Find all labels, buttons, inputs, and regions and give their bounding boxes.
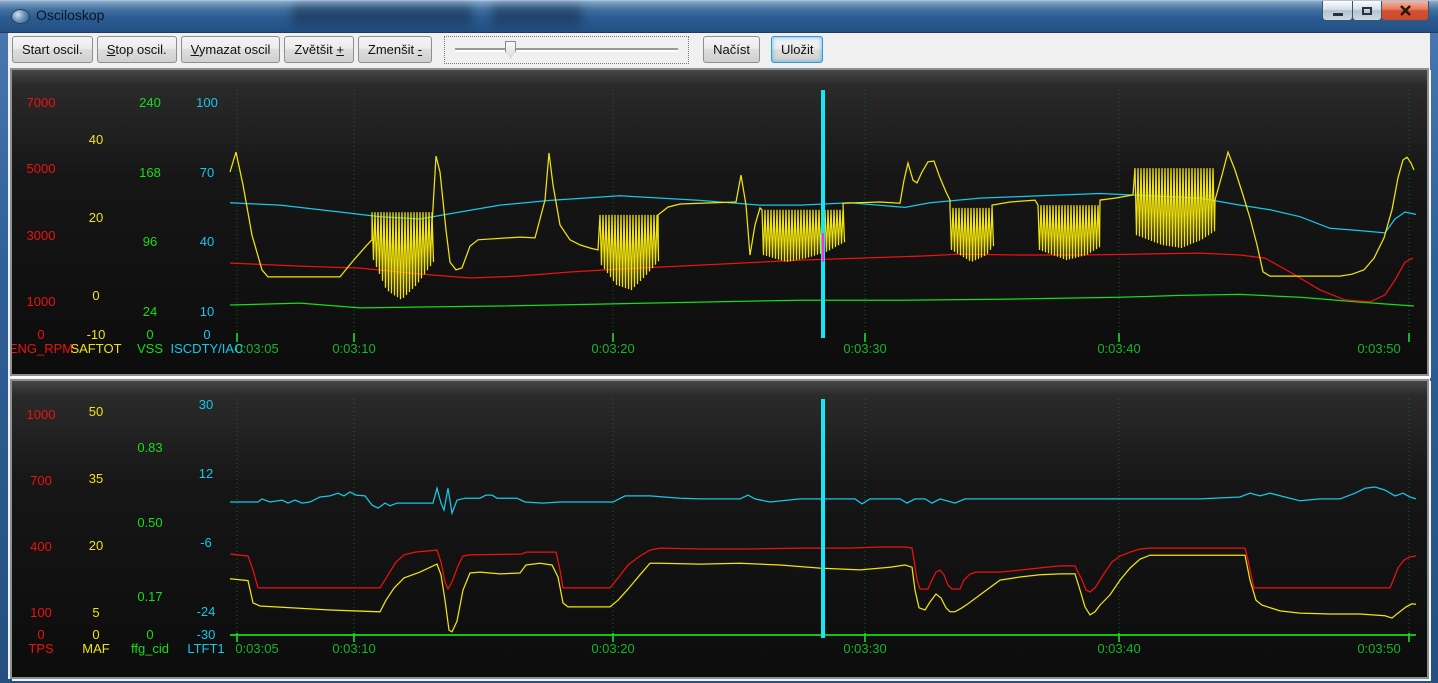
bottom-chart-panel: 0:03:050:03:100:03:200:03:300:03:400:03:…: [10, 379, 1429, 679]
axis-label-saftot: 0: [51, 288, 141, 304]
channel-name-iscdty/iac: ISCDTY/IAC: [162, 341, 252, 357]
client-area: Start oscil.Stop oscil.Vymazat oscilZvět…: [8, 33, 1430, 679]
channel-name-saftot: SAFTOT: [51, 341, 141, 357]
axis-label-ltft1: -6: [161, 535, 251, 551]
time-label: 0:03:20: [576, 341, 650, 357]
time-label: 0:03:10: [317, 641, 391, 657]
axis-label-ltft1: -24: [161, 604, 251, 620]
time-label: 0:03:10: [317, 341, 391, 357]
channel-name-ltft1: LTFT1: [161, 641, 251, 657]
time-label: 0:03:30: [828, 641, 902, 657]
top-chart-panel: 0:03:050:03:100:03:200:03:300:03:400:03:…: [10, 68, 1429, 376]
button-stop-oscil[interactable]: Stop oscil.: [97, 36, 177, 63]
axis-label-ffg_cid: 0.83: [105, 440, 195, 456]
button-start-oscil[interactable]: Start oscil.: [12, 36, 93, 63]
axis-label-ffg_cid: 0.17: [105, 589, 195, 605]
background-window-ghost: [492, 6, 582, 26]
button-nacist[interactable]: Načíst: [703, 36, 760, 63]
axis-label-saftot: 20: [51, 210, 141, 226]
maximize-icon: [1362, 7, 1372, 15]
time-label: 0:03:50: [1342, 341, 1416, 357]
axis-label-tps: 1000: [12, 407, 86, 423]
close-button[interactable]: [1381, 1, 1429, 21]
axis-label-saftot: 40: [51, 132, 141, 148]
maximize-button[interactable]: [1352, 1, 1382, 21]
toolbar-right: Načíst Uložit: [703, 36, 827, 63]
axis-label-iscdty/iac: 100: [162, 95, 252, 111]
caption-buttons: [1323, 1, 1429, 21]
background-window-ghost: [292, 6, 472, 26]
time-label: 0:03:40: [1082, 641, 1156, 657]
titlebar[interactable]: Osciloskop: [0, 0, 1438, 33]
window-title: Osciloskop: [36, 7, 104, 23]
axis-label-eng_rpm: 7000: [12, 95, 86, 111]
time-label: 0:03:40: [1082, 341, 1156, 357]
close-icon: [1399, 5, 1412, 16]
time-label: 0:03:50: [1342, 641, 1416, 657]
minimize-button[interactable]: [1322, 1, 1353, 21]
slider-thumb[interactable]: [505, 41, 516, 59]
bottom-chart-inner: 0:03:050:03:100:03:200:03:300:03:400:03:…: [12, 381, 1427, 677]
toolbar: Start oscil.Stop oscil.Vymazat oscilZvět…: [8, 33, 1430, 66]
button-ulozit[interactable]: Uložit: [771, 36, 824, 63]
axis-label-eng_rpm: 3000: [12, 228, 86, 244]
time-label: 0:03:30: [828, 341, 902, 357]
axis-label-ltft1: 12: [161, 466, 251, 482]
axis-label-eng_rpm: 5000: [12, 161, 86, 177]
oscilloscope-app-icon: [11, 9, 30, 24]
toolbar-left: Start oscil.Stop oscil.Vymazat oscilZvět…: [12, 36, 436, 63]
axis-label-tps: 700: [12, 473, 86, 489]
top-chart-inner: 0:03:050:03:100:03:200:03:300:03:400:03:…: [12, 70, 1427, 374]
slider-track[interactable]: [455, 48, 678, 52]
button-zvetsit[interactable]: Zvětšit +: [284, 36, 354, 63]
button-zmensit[interactable]: Zmenšit -: [358, 36, 432, 63]
axis-label-tps: 100: [12, 605, 86, 621]
channel-name-tps: TPS: [12, 641, 86, 657]
minimize-icon: [1333, 13, 1343, 16]
axis-label-ffg_cid: 0.50: [105, 515, 195, 531]
time-label: 0:03:20: [576, 641, 650, 657]
axis-label-iscdty/iac: 70: [162, 165, 252, 181]
axis-label-tps: 400: [12, 539, 86, 555]
zoom-slider[interactable]: [444, 36, 689, 64]
button-vymazat-oscil[interactable]: Vymazat oscil: [181, 36, 281, 63]
app-window: Osciloskop Start oscil.Stop oscil.Vymaza…: [0, 0, 1438, 683]
axis-label-iscdty/iac: 40: [162, 234, 252, 250]
axis-label-iscdty/iac: 10: [162, 304, 252, 320]
axis-label-ltft1: 30: [161, 397, 251, 413]
